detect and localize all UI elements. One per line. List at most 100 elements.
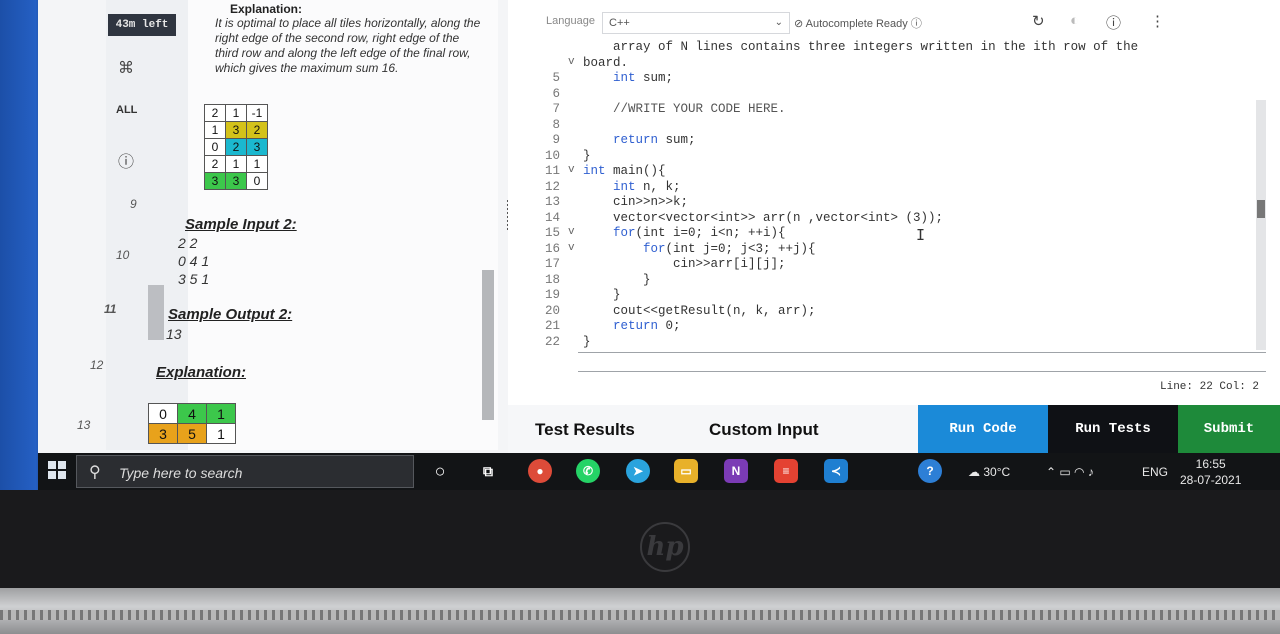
- whatsapp-icon[interactable]: ✆: [576, 459, 600, 483]
- problem-scrollbar[interactable]: [482, 270, 494, 420]
- tab-custom-input[interactable]: Custom Input: [709, 420, 819, 440]
- code-text: return 0;: [613, 319, 681, 333]
- grid-row: 132: [204, 121, 268, 139]
- grid-row: 211: [204, 155, 268, 173]
- grid-cell: 2: [225, 138, 247, 156]
- grid-cell: 3: [148, 423, 178, 444]
- line-number: 8: [552, 117, 560, 132]
- task-view-icon[interactable]: ⧉: [476, 459, 500, 483]
- help-icon[interactable]: ⓘ: [1106, 12, 1121, 33]
- grid-row: 330: [204, 172, 268, 190]
- grid-cell: 1: [246, 155, 268, 173]
- code-text: int n, k;: [613, 179, 681, 194]
- editor-scrollbar[interactable]: [1256, 100, 1266, 350]
- theme-icon[interactable]: ◐: [1070, 12, 1079, 29]
- file-explorer-icon[interactable]: ▭: [674, 459, 698, 483]
- keyword: int: [613, 179, 636, 194]
- line-number: 22: [544, 334, 560, 349]
- code-text: array of N lines contains three integers…: [583, 40, 1139, 54]
- more-options-icon[interactable]: ⋮: [1150, 12, 1165, 30]
- code-text: //WRITE YOUR CODE HERE.: [583, 102, 786, 116]
- cortana-icon[interactable]: ○: [428, 459, 452, 483]
- line-number: 11: [544, 164, 560, 178]
- time-left: 43m left: [108, 14, 176, 36]
- grid-cell: 2: [204, 155, 226, 173]
- run-code-button[interactable]: Run Code: [918, 405, 1048, 453]
- line-number: 10: [544, 148, 560, 163]
- grid-row: 2 1 -1: [204, 104, 268, 122]
- nav-all[interactable]: ALL: [116, 104, 137, 116]
- grid-cell: 3: [246, 138, 268, 156]
- keyword: for: [613, 226, 636, 240]
- vscode-icon[interactable]: ≺: [824, 459, 848, 483]
- search-placeholder: Type here to search: [119, 465, 243, 481]
- active-question-marker: [148, 285, 164, 340]
- grid-cell: 1: [225, 155, 247, 173]
- line-number: 17: [544, 257, 560, 271]
- taskbar-search[interactable]: ⚲ Type here to search: [76, 455, 414, 488]
- reset-icon[interactable]: ↻: [1032, 12, 1045, 30]
- code-text: }: [583, 148, 591, 163]
- sublime-icon[interactable]: ≡: [774, 459, 798, 483]
- tab-test-results[interactable]: Test Results: [535, 420, 635, 440]
- language-select[interactable]: C++ ⌄: [602, 12, 790, 34]
- question-11[interactable]: 11: [104, 302, 116, 316]
- fold-chevron-icon[interactable]: v: [568, 56, 575, 68]
- editor-toolbar: Language C++ ⌄ ⊘ Autocomplete Ready ⓘ ↻ …: [546, 12, 1256, 34]
- autocomplete-status[interactable]: ⊘ Autocomplete Ready ⓘ: [794, 15, 922, 31]
- explanation-heading: Explanation:: [230, 2, 303, 16]
- grid-cell: 0: [246, 172, 268, 190]
- system-tray-icons[interactable]: ⌃ ▭ ◠ ♪: [1046, 453, 1094, 490]
- line-number: 6: [552, 86, 560, 101]
- input-language[interactable]: ENG: [1142, 453, 1168, 490]
- grid-cell: 0: [204, 138, 226, 156]
- laptop-hinge: [0, 588, 1280, 634]
- fold-chevron-icon[interactable]: v: [568, 164, 575, 176]
- chrome-icon[interactable]: ●: [528, 459, 552, 483]
- submit-button[interactable]: Submit: [1178, 405, 1280, 453]
- weather[interactable]: ☁ 30°C: [968, 453, 1010, 490]
- code-text: int main(){: [583, 164, 666, 178]
- clock[interactable]: 16:55 28-07-2021: [1180, 453, 1241, 490]
- autocomplete-text: Autocomplete Ready: [805, 18, 908, 30]
- screen: 43m left ⌘ ALL ⓘ 9 10 11 12 13 Explanati…: [38, 0, 1280, 490]
- grid-row: 041: [148, 403, 236, 424]
- windows-start-icon[interactable]: [48, 461, 66, 479]
- code-text: }: [583, 334, 591, 349]
- question-10[interactable]: 10: [116, 248, 129, 262]
- help-app-icon[interactable]: ?: [918, 459, 942, 483]
- language-value: C++: [609, 17, 630, 29]
- current-line-highlight: [578, 352, 1266, 372]
- onenote-icon[interactable]: N: [724, 459, 748, 483]
- sample-output-label: Sample Output 2:: [168, 306, 293, 323]
- grid-row: 351: [148, 423, 236, 444]
- hp-logo: hp: [640, 522, 690, 572]
- keyword: for: [643, 241, 666, 256]
- keyword: int: [583, 164, 606, 178]
- question-13[interactable]: 13: [77, 418, 90, 432]
- telegram-icon[interactable]: ➤: [626, 459, 650, 483]
- command-icon[interactable]: ⌘: [118, 58, 134, 78]
- windows-taskbar: ⚲ Type here to search ○ ⧉ ● ✆ ➤ ▭ N ≡ ≺ …: [38, 453, 1280, 490]
- weather-temp: 30°C: [983, 464, 1011, 479]
- line-number: 16: [544, 241, 560, 256]
- grid-cell: 1: [206, 423, 236, 444]
- grid-cell: 3: [204, 172, 226, 190]
- grid-cell: -1: [246, 104, 268, 122]
- keyword: return: [613, 133, 659, 147]
- fold-chevron-icon[interactable]: v: [568, 242, 575, 254]
- line-number: 15: [544, 226, 560, 240]
- fold-chevron-icon[interactable]: v: [568, 226, 575, 238]
- code-text: int sum;: [613, 71, 674, 85]
- sample-input-label: Sample Input 2:: [185, 216, 297, 233]
- grid-cell: 1: [204, 121, 226, 139]
- line-number: 20: [544, 303, 560, 318]
- code-text: return sum;: [613, 133, 696, 147]
- line-number: 14: [544, 210, 560, 225]
- question-9[interactable]: 9: [130, 197, 137, 211]
- search-icon: ⚲: [89, 464, 101, 481]
- question-12[interactable]: 12: [90, 358, 103, 372]
- grid-cell: 4: [177, 403, 207, 424]
- info-icon[interactable]: ⓘ: [118, 148, 134, 172]
- run-tests-button[interactable]: Run Tests: [1048, 405, 1178, 453]
